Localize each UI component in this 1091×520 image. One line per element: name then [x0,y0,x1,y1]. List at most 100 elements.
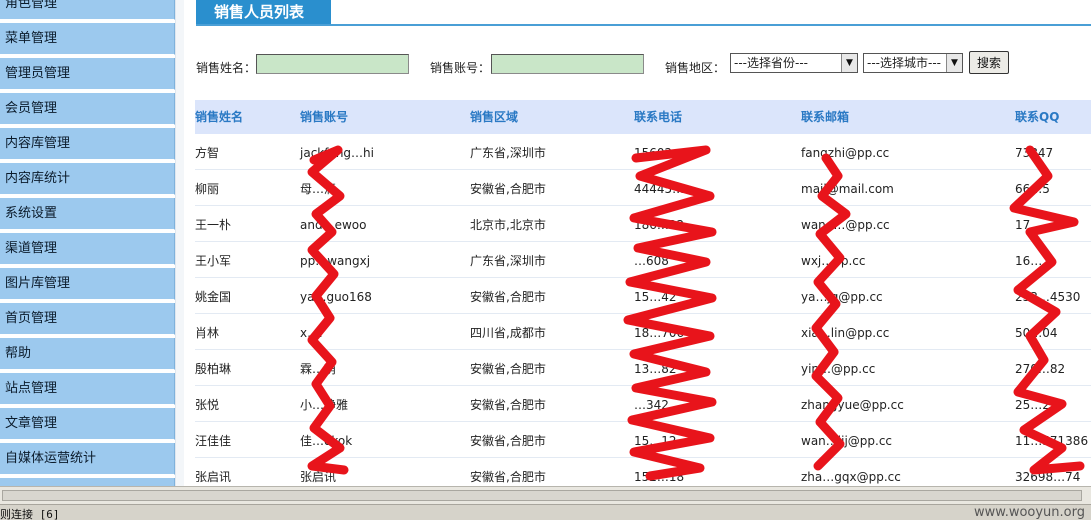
triangle-down-icon[interactable]: ▼ [841,54,857,72]
cell-qq: 66…5 [1015,182,1050,196]
sidebar-item-homepage-management[interactable]: 首页管理 [0,303,175,335]
table-row: 殷柏琳 霖…萌 安徽省,合肥市 13…82 yin…@pp.cc 270…82 [195,350,1091,386]
col-header-region: 销售区域 [470,110,519,124]
sidebar-item-partial [0,478,175,486]
horizontal-scrollbar[interactable] [0,486,1091,504]
cell-phone: 152…18 [634,470,685,484]
sales-account-input[interactable] [491,54,644,74]
province-select[interactable]: ---选择省份--- ▼ [730,53,858,73]
search-button[interactable]: 搜索 [969,51,1009,74]
status-bar: 则连接 [6] www.wooyun.org [0,504,1091,520]
cell-name: 张启讯 [195,470,232,484]
cell-name: 王小军 [195,254,232,268]
cell-account: 佳…okok [300,434,353,448]
cell-phone: 18…706 [634,326,685,340]
sidebar-item-image-library-management[interactable]: 图片库管理 [0,268,175,300]
cell-qq: 50…04 [1015,326,1058,340]
sales-name-input[interactable] [256,54,409,74]
sidebar-item-site-management[interactable]: 站点管理 [0,373,175,405]
status-text: 则连接 [6] [0,508,60,520]
cell-account: jackfang…hi [300,146,374,160]
sidebar-item-help[interactable]: 帮助 [0,338,175,370]
cell-name: 王一朴 [195,218,232,232]
cell-phone: …342 [634,398,669,412]
col-header-qq: 联系QQ [1015,110,1060,124]
sales-region-label: 销售地区： [665,61,726,75]
cell-name: 肖林 [195,326,220,340]
cell-region: 安徽省,合肥市 [470,470,546,484]
cell-phone: 15602…5 [634,146,692,160]
cell-name: 方智 [195,146,220,160]
cell-phone: 44445… [634,182,685,196]
triangle-down-icon[interactable]: ▼ [946,54,962,72]
cell-account: 母…滴 [300,182,337,196]
cell-phone: …608 [634,254,669,268]
table-row: 张启讯 张启讯 安徽省,合肥市 152…18 zha…gqx@pp.cc 32698…74 [195,458,1091,486]
cell-qq: 17… [1015,218,1043,232]
province-select-value: ---选择省份--- [734,56,808,70]
cell-region: 安徽省,合肥市 [470,398,546,412]
sales-account-label: 销售账号： [430,61,491,75]
cell-email: wan…ijj@pp.cc [801,434,893,448]
table-row: 柳丽 母…滴 安徽省,合肥市 44445… mail@mail.com 66…5 [195,170,1091,206]
cell-email: xia…lin@pp.cc [801,326,890,340]
col-header-name: 销售姓名 [195,110,244,124]
table-row: 肖林 x…l 四川省,成都市 18…706 xia…lin@pp.cc 50…04 [195,314,1091,350]
cell-qq: 253…4530 [1015,290,1081,304]
col-header-phone: 联系电话 [634,110,683,124]
cell-email: mail@mail.com [801,182,894,196]
cell-account: pp…wangxj [300,254,371,268]
table-row: 张悦 小…静雅 安徽省,合肥市 …342 zhangyue@pp.cc 25…210 [195,386,1091,422]
cell-email: yin…@pp.cc [801,362,876,376]
city-select[interactable]: ---选择城市--- ▼ [863,53,963,73]
cell-account: and…ewoo [300,218,367,232]
cell-qq: 32698…74 [1015,470,1081,484]
cell-region: 安徽省,合肥市 [470,434,546,448]
table-row: 方智 jackfang…hi 广东省,深圳市 15602…5 fangzhi@pp.cc… [195,134,1091,170]
cell-account: 张启讯 [300,470,337,484]
cell-qq: 73847 [1015,146,1054,160]
sales-table: 销售姓名 销售账号 销售区域 联系电话 联系邮箱 联系QQ 方智 jackfang… [195,100,1091,486]
sidebar-item-content-library-management[interactable]: 内容库管理 [0,128,175,160]
cell-region: 北京市,北京市 [470,218,546,232]
cell-region: 四川省,成都市 [470,326,546,340]
cell-email: zhangyue@pp.cc [801,398,904,412]
sidebar-item-article-management[interactable]: 文章管理 [0,408,175,440]
search-bar: 销售姓名： 销售账号： 销售地区： ---选择省份--- ▼ ---选择城市--… [196,50,1091,78]
main-panel: 销售人员列表 销售姓名： 销售账号： 销售地区： ---选择省份--- ▼ --… [184,0,1091,486]
table-row: 王一朴 and…ewoo 北京市,北京市 186…22 wang…@pp.cc 17… [195,206,1091,242]
title-underline [196,24,1091,26]
page-title: 销售人员列表 [196,0,331,25]
sidebar-item-media-operation-stats[interactable]: 自媒体运营统计 [0,443,175,475]
table-row: 汪佳佳 佳…okok 安徽省,合肥市 15…12 wan…ijj@pp.cc 11…571… [195,422,1091,458]
cell-account: 小…静雅 [300,398,349,412]
sidebar: 角色管理 菜单管理 管理员管理 会员管理 内容库管理 内容库统计 系统设置 渠道… [0,0,175,486]
city-select-value: ---选择城市--- [867,56,941,70]
sales-name-label: 销售姓名： [196,61,257,75]
cell-name: 汪佳佳 [195,434,232,448]
sidebar-item-content-library-stats[interactable]: 内容库统计 [0,163,175,195]
sidebar-item-channel-management[interactable]: 渠道管理 [0,233,175,265]
cell-region: 广东省,深圳市 [470,254,546,268]
cell-qq: 11…571386 [1015,434,1089,448]
sidebar-item-admin-management[interactable]: 管理员管理 [0,58,175,90]
frame-divider[interactable] [175,0,184,486]
cell-account: 霖…萌 [300,362,337,376]
cell-phone: 13…82 [634,362,677,376]
sidebar-item-system-settings[interactable]: 系统设置 [0,198,175,230]
sidebar-item-role-management[interactable]: 角色管理 [0,0,175,20]
scrollbar-thumb[interactable] [2,490,1082,501]
sidebar-item-member-management[interactable]: 会员管理 [0,93,175,125]
cell-account: x…l [300,326,323,340]
table-header: 销售姓名 销售账号 销售区域 联系电话 联系邮箱 联系QQ [195,100,1091,134]
cell-phone: 15…12 [634,434,677,448]
col-header-account: 销售账号 [300,110,349,124]
col-header-email: 联系邮箱 [801,110,850,124]
table-row: 姚金国 ya…guo168 安徽省,合肥市 15…42 ya…jg@pp.cc 253…4… [195,278,1091,314]
cell-name: 殷柏琳 [195,362,232,376]
cell-qq: 270…82 [1015,362,1066,376]
table-row: 王小军 pp…wangxj 广东省,深圳市 …608 wxj…pp.cc 16… [195,242,1091,278]
cell-name: 张悦 [195,398,220,412]
cell-email: zha…gqx@pp.cc [801,470,901,484]
sidebar-item-menu-management[interactable]: 菜单管理 [0,23,175,55]
